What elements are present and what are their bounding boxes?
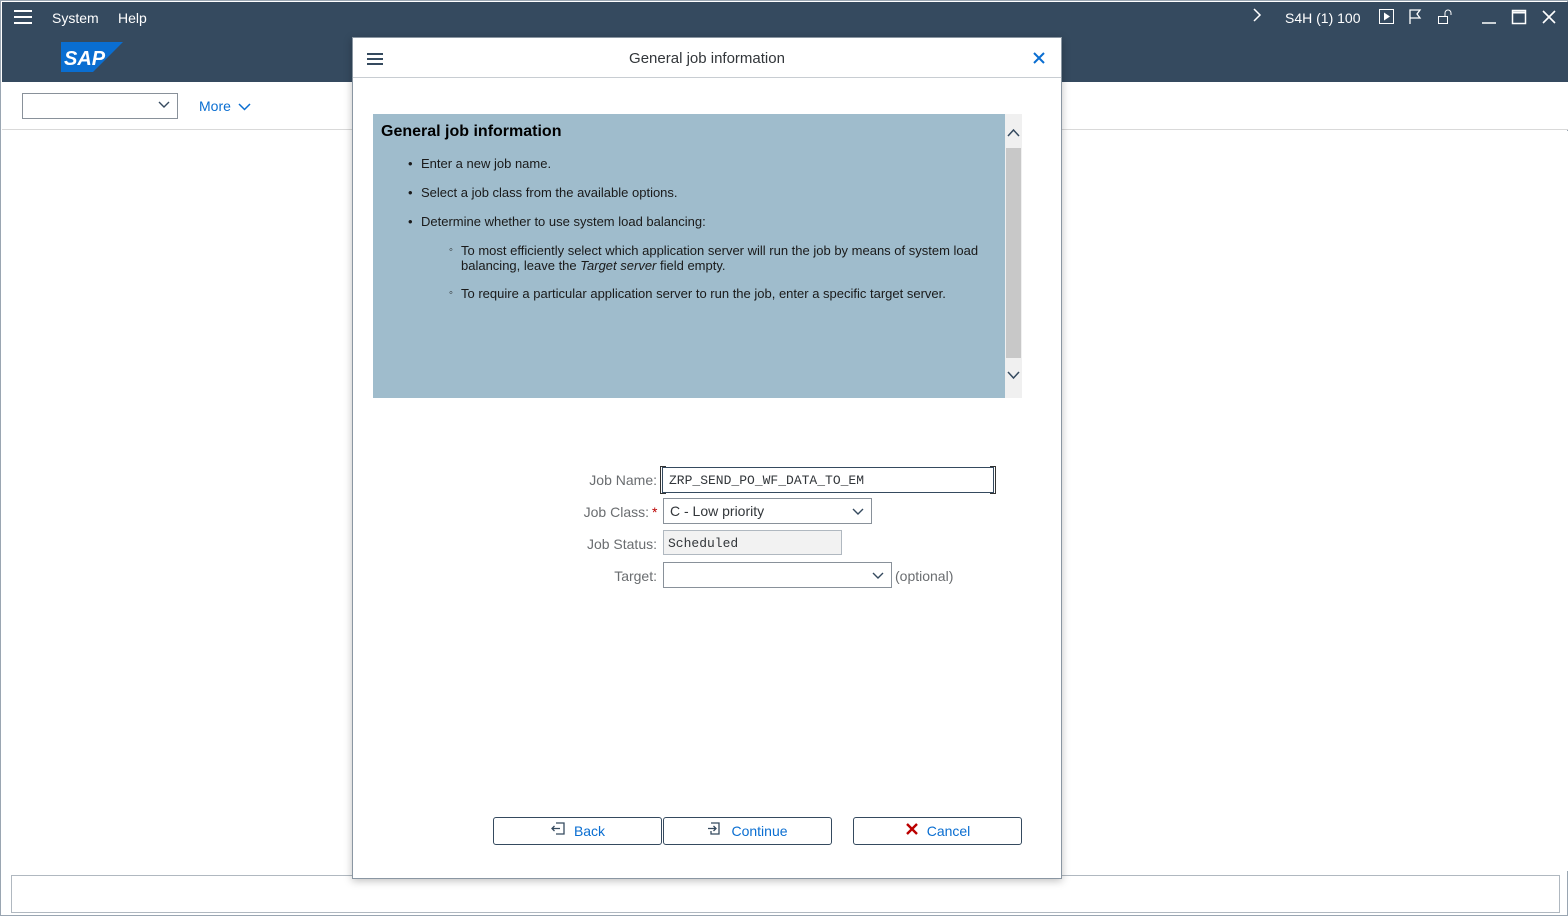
chevron-down-icon[interactable] bbox=[157, 98, 171, 117]
help-title: General job information bbox=[381, 123, 562, 140]
status-bar bbox=[11, 875, 1560, 913]
menu-item-help[interactable]: Help bbox=[118, 10, 147, 26]
continue-button[interactable]: Continue bbox=[663, 817, 832, 845]
continue-label: Continue bbox=[731, 823, 788, 839]
maximize-icon[interactable] bbox=[1511, 9, 1527, 25]
job-status-label: Job Status: bbox=[586, 536, 657, 552]
dialog-title: General job information bbox=[629, 50, 785, 67]
required-asterisk: * bbox=[652, 504, 658, 520]
target-select[interactable] bbox=[663, 562, 892, 588]
close-icon[interactable] bbox=[1032, 51, 1048, 67]
continue-icon bbox=[707, 818, 723, 844]
chevron-down-icon[interactable] bbox=[1007, 368, 1020, 380]
system-info: S4H (1) 100 bbox=[1285, 10, 1361, 26]
job-class-select[interactable]: C - Low priority bbox=[663, 498, 872, 524]
job-class-value: C - Low priority bbox=[670, 503, 765, 519]
menu-icon[interactable] bbox=[14, 10, 32, 24]
menu-item-system[interactable]: System bbox=[52, 10, 99, 26]
help-bullet-job-class: Select a job class from the available op… bbox=[408, 185, 1001, 201]
close-window-icon[interactable] bbox=[1541, 9, 1557, 25]
chevron-down-icon bbox=[238, 103, 251, 111]
more-label: More bbox=[199, 98, 231, 114]
svg-text:SAP: SAP bbox=[64, 48, 106, 70]
cancel-button[interactable]: Cancel bbox=[853, 817, 1022, 845]
chevron-down-icon[interactable] bbox=[851, 505, 865, 521]
chevron-right-icon[interactable] bbox=[1252, 8, 1262, 27]
general-job-information-dialog: General job information General job info… bbox=[352, 37, 1062, 879]
chevron-up-icon[interactable] bbox=[1007, 126, 1020, 138]
play-icon[interactable] bbox=[1378, 9, 1394, 25]
unlock-icon[interactable] bbox=[1437, 9, 1453, 25]
help-list: Enter a new job name. Select a job class… bbox=[408, 156, 1001, 314]
sap-logo: SAP bbox=[61, 42, 123, 77]
help-bullet-load-balancing: Determine whether to use system load bal… bbox=[408, 214, 1001, 230]
target-optional-hint: (optional) bbox=[895, 568, 954, 584]
chevron-down-icon[interactable] bbox=[871, 569, 885, 585]
target-label: Target: bbox=[614, 568, 657, 584]
dialog-header: General job information bbox=[353, 38, 1061, 78]
flag-icon[interactable] bbox=[1407, 9, 1423, 25]
cancel-label: Cancel bbox=[926, 823, 971, 839]
back-label: Back bbox=[573, 823, 606, 839]
command-field[interactable] bbox=[22, 93, 178, 119]
back-icon bbox=[550, 818, 566, 844]
back-button[interactable]: Back bbox=[493, 817, 662, 845]
menu-bar: System Help S4H (1) 100 bbox=[2, 2, 1568, 33]
help-emphasis-target-server: Target server bbox=[580, 258, 657, 273]
more-menu-button[interactable]: More bbox=[199, 98, 251, 114]
help-scrollbar[interactable] bbox=[1005, 114, 1022, 398]
help-text-panel: General job information Enter a new job … bbox=[373, 114, 1005, 398]
job-name-label: Job Name: bbox=[589, 472, 657, 488]
scrollbar-thumb[interactable] bbox=[1006, 148, 1021, 358]
help-sub-bullet-specific-server: To require a particular application serv… bbox=[449, 286, 1001, 301]
job-status-field: Scheduled bbox=[663, 530, 842, 555]
cancel-x-icon bbox=[905, 818, 919, 844]
minimize-icon[interactable] bbox=[1481, 9, 1497, 25]
help-bullet-job-name: Enter a new job name. bbox=[408, 156, 1001, 172]
job-name-input[interactable]: ZRP_SEND_PO_WF_DATA_TO_EM bbox=[660, 466, 996, 494]
sap-gui-window: System Help S4H (1) 100 SAP More General… bbox=[0, 0, 1568, 916]
help-sub-bullet-leave-empty: To most efficiently select which applica… bbox=[449, 243, 1001, 273]
job-class-label: Job Class: bbox=[583, 504, 649, 520]
